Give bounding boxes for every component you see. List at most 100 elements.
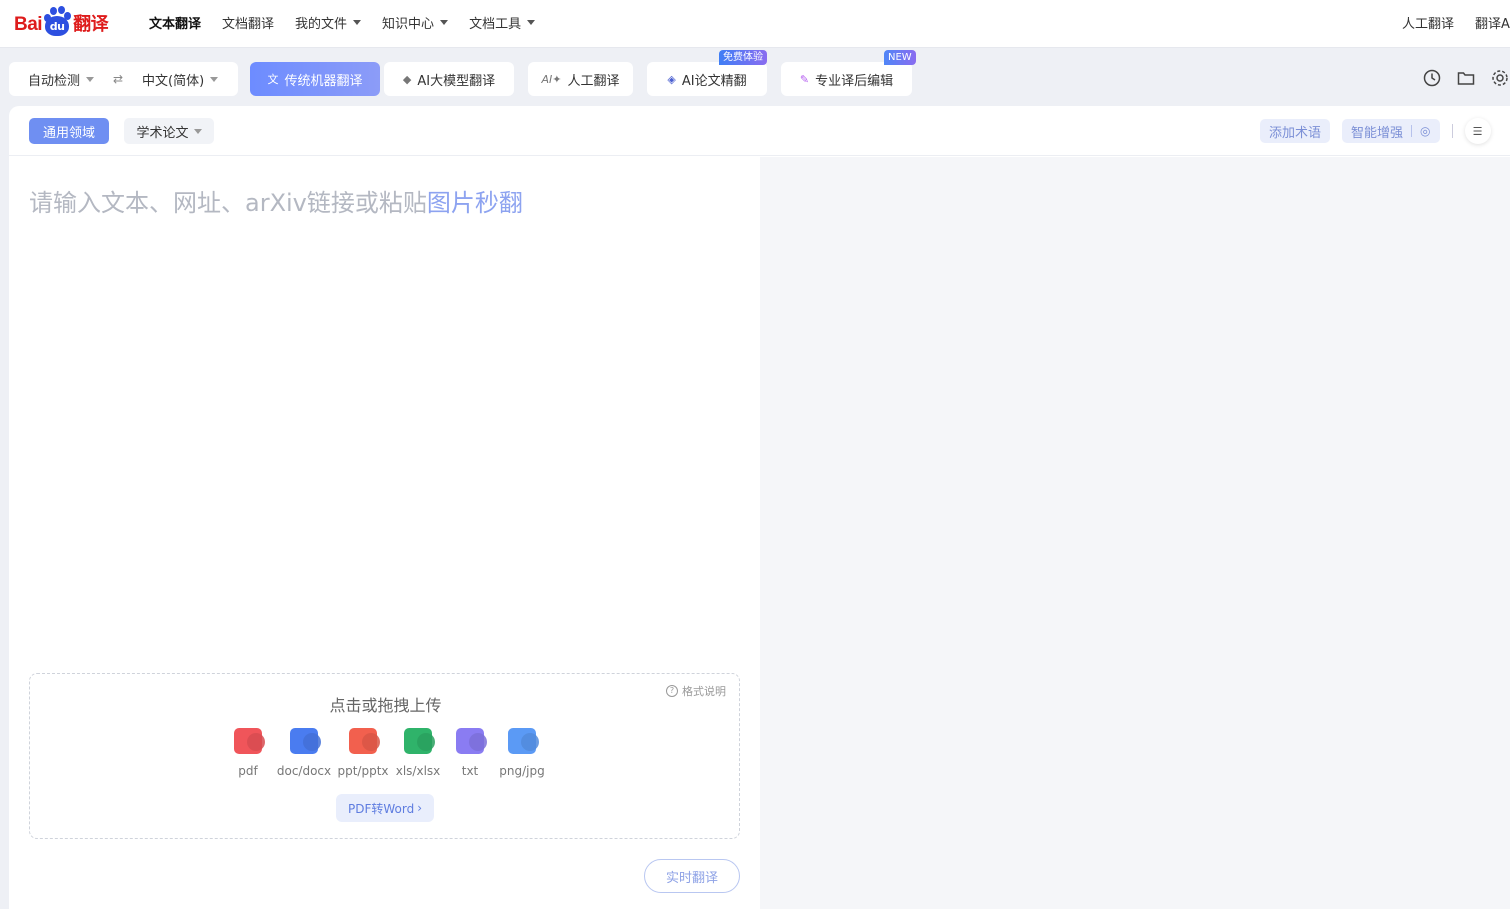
mode-machine-translate-button[interactable]: 文 传统机器翻译 [250,62,380,96]
layers-icon: ◈ [667,72,676,86]
file-type-ppt: ppt/pptx [333,728,393,778]
logo-du-text: du [45,16,70,36]
swap-icon[interactable]: ⇄ [113,72,123,86]
new-badge: NEW [884,50,916,65]
add-term-button[interactable]: 添加术语 [1260,119,1331,143]
pdf-file-icon [234,728,262,754]
domain-academic-select[interactable]: 学术论文 [124,118,214,144]
nav-translate-api[interactable]: 翻译A [1475,13,1510,32]
nav-knowledge-center[interactable]: 知识中心 [382,13,449,32]
nav-label: 文档翻译 [222,16,275,32]
nav-doc-translate[interactable]: 文档翻译 [222,13,274,32]
target-language-label: 中文(简体) [142,73,205,89]
nav-label: 文档工具 [469,16,522,32]
word-file-icon [290,728,318,754]
baidu-paw-icon: du [43,4,72,36]
source-text-input[interactable]: 请输入文本、网址、arXiv链接或粘贴图片秒翻 [29,183,729,218]
question-icon: ? [666,685,678,697]
mode-label: AI大模型翻译 [417,73,496,89]
panel-header-actions: 添加术语 智能增强 ◎ ☰ [1260,118,1491,144]
panel-header: 通用领域 学术论文 添加术语 智能增强 ◎ ☰ [9,106,1510,156]
top-navigation: Bai du 翻译 文本翻译 文档翻译 我的文件 知识中心 文档工具 人工翻译 … [0,0,1510,48]
baidu-translate-logo[interactable]: Bai du 翻译 [14,2,118,42]
mode-label: 传统机器翻译 [284,73,363,89]
image-translate-link[interactable]: 图片秒翻 [427,189,523,217]
domain-general-button[interactable]: 通用领域 [29,118,109,144]
settings-icon[interactable] [1490,68,1510,88]
mode-label: 人工翻译 [567,73,620,89]
pen-icon: ✎ [799,72,810,86]
ppt-file-icon [349,728,377,754]
cube-icon: ◆ [402,72,412,86]
file-type-label: doc/docx [276,764,332,778]
chevron-down-icon [353,19,362,25]
file-type-label: png/jpg [499,764,545,778]
txt-file-icon [456,728,484,754]
mode-ai-paper-translate-button[interactable]: 免费体验 ◈ AI论文精翻 [647,50,767,96]
pdf-to-word-button[interactable]: PDF转Word › [336,794,434,822]
source-language-select[interactable]: 自动检测 [28,70,95,89]
smart-enhance-label: 智能增强 [1351,125,1404,141]
chevron-down-icon [193,128,202,134]
logo-bai-text: Bai [14,14,43,35]
free-trial-badge: 免费体验 [719,50,767,65]
nav-label: 知识中心 [382,16,435,32]
excel-file-icon [404,728,432,754]
nav-label: 我的文件 [295,16,348,32]
source-pane: 请输入文本、网址、arXiv链接或粘贴图片秒翻 点击或拖拽上传 ? 格式说明 p… [9,157,760,909]
add-term-label: 添加术语 [1269,125,1322,141]
input-placeholder: 请输入文本、网址、arXiv链接或粘贴 [29,189,427,217]
chevron-down-icon [86,76,95,82]
file-type-label: pdf [238,764,258,778]
target-circle-icon: ◎ [1420,124,1431,138]
ai-sparkle-icon: AI✦ [541,72,562,86]
menu-lines-icon[interactable]: ☰ [1464,118,1491,144]
nav-label: 文本翻译 [149,16,202,32]
main-nav: 文本翻译 文档翻译 我的文件 知识中心 文档工具 [149,0,556,44]
toolbar-right-icons [1422,68,1510,88]
file-type-doc: doc/docx [274,728,334,778]
divider [1451,124,1453,138]
mode-post-edit-button[interactable]: NEW ✎ 专业译后编辑 [781,50,916,96]
file-type-pdf: pdf [218,728,278,778]
domain-label: 通用领域 [42,125,95,141]
format-help-label: 格式说明 [682,685,726,698]
language-selector: 自动检测 ⇄ 中文(简体) [9,62,238,96]
nav-doc-tools[interactable]: 文档工具 [469,13,536,32]
upload-title: 点击或拖拽上传 [329,696,442,715]
file-type-label: ppt/pptx [337,764,389,778]
folder-icon[interactable] [1456,68,1476,88]
divider [1411,125,1413,137]
file-type-xls: xls/xlsx [388,728,448,778]
format-help-link[interactable]: ? 格式说明 [666,683,726,699]
mode-ai-llm-translate-button[interactable]: ◆ AI大模型翻译 [384,62,514,96]
mode-label: 专业译后编辑 [815,73,894,89]
nav-text-translate[interactable]: 文本翻译 [149,13,201,32]
chevron-right-icon: › [417,801,423,815]
source-language-label: 自动检测 [28,73,81,89]
domain-label: 学术论文 [136,125,189,141]
realtime-translate-button[interactable]: 实时翻译 [644,859,740,893]
file-upload-zone[interactable]: 点击或拖拽上传 ? 格式说明 pdf doc/docx ppt/pptx xls… [29,673,740,839]
nav-right: 人工翻译 翻译A [1402,0,1510,44]
history-icon[interactable] [1422,68,1442,88]
mode-label: AI论文精翻 [681,73,747,89]
nav-my-files[interactable]: 我的文件 [295,13,362,32]
logo-fanyi-text: 翻译 [73,14,109,35]
mode-human-translate-button[interactable]: AI✦ 人工翻译 [528,62,633,96]
target-language-select[interactable]: 中文(简体) [142,70,219,89]
file-type-image: png/jpg [492,728,552,778]
translate-icon: 文 [267,73,279,86]
chevron-down-icon [440,19,449,25]
file-type-label: txt [461,764,479,778]
smart-enhance-toggle[interactable]: 智能增强 ◎ [1342,119,1440,143]
chevron-down-icon [527,19,536,25]
realtime-translate-label: 实时翻译 [665,870,718,886]
chevron-down-icon [210,76,219,82]
image-file-icon [508,728,536,754]
pdf-to-word-label: PDF转Word [347,801,415,816]
file-type-label: xls/xlsx [395,764,441,778]
translate-panel: 通用领域 学术论文 添加术语 智能增强 ◎ ☰ 请输入文本、网址、arXiv链接… [9,106,1510,909]
file-type-txt: txt [440,728,500,778]
nav-human-translate[interactable]: 人工翻译 [1402,13,1454,32]
